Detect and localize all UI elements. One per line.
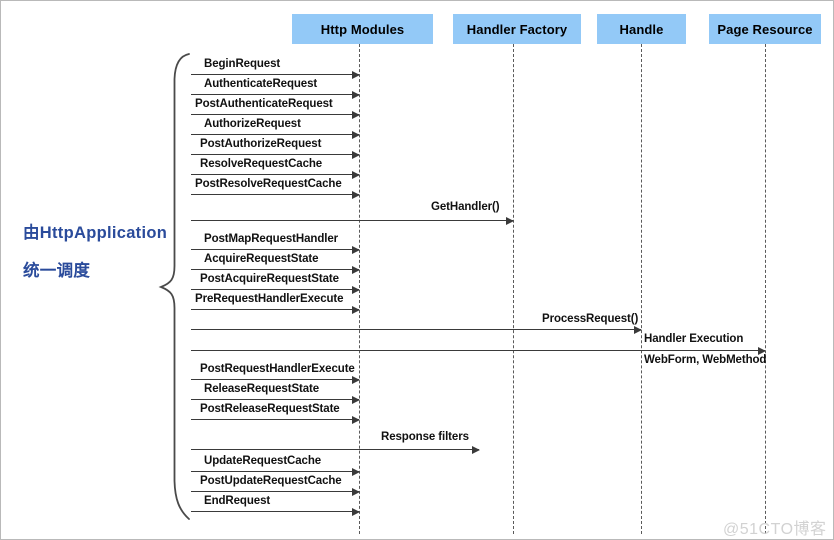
message-label: PostAuthenticateRequest [195,98,333,110]
message-label: ReleaseRequestState [204,383,320,395]
message-arrow [191,216,514,225]
message-label: Response filters [381,431,469,443]
message-label: BeginRequest [204,58,281,70]
message-label: PostReleaseRequestState [200,403,340,415]
message-arrow [191,170,360,179]
participant-box: Page Resource [709,14,821,44]
message-label: ProcessRequest() [542,313,639,325]
message-arrow [191,190,360,199]
lifeline [641,44,642,534]
message-label: Handler Execution [644,333,744,345]
participant-label: Http Modules [320,21,405,37]
message-label: PostAcquireRequestState [200,273,339,285]
annotation-line-2: 统一调度 [23,262,91,280]
message-label: EndRequest [204,495,271,507]
lifeline [513,44,514,534]
message-label: UpdateRequestCache [204,455,322,467]
participant-box: Http Modules [292,14,433,44]
participant-box: Handler Factory [453,14,581,44]
message-label: PostMapRequestHandler [204,233,339,245]
lifeline [765,44,766,534]
participant-box: Handle [597,14,686,44]
message-label: PostUpdateRequestCache [200,475,342,487]
message-label: PostResolveRequestCache [195,178,342,190]
annotation-label: WebForm, WebMethod [644,354,767,366]
message-arrow [191,90,360,99]
message-label: AuthenticateRequest [204,78,318,90]
message-label: GetHandler() [431,201,500,213]
watermark: @51CTO博客 [723,521,827,538]
annotation-line-1: 由HttpApplication [23,224,168,242]
message-arrow [191,150,360,159]
message-arrow [191,245,360,254]
message-arrow [191,70,360,79]
message-arrow [191,467,360,476]
message-label: PostRequestHandlerExecute [200,363,355,375]
message-arrow [191,305,360,314]
message-label: PostAuthorizeRequest [200,138,322,150]
participant-label: Handle [619,21,664,37]
participant-label: Page Resource [717,21,813,37]
message-arrow [191,110,360,119]
sequence-diagram-canvas: Http Modules Handler Factory Handle Page Re… [0,0,834,540]
message-arrow [191,445,480,454]
message-arrow [191,285,360,294]
message-arrow [191,507,360,516]
message-arrow [191,325,642,334]
message-arrow [191,375,360,384]
message-label: PreRequestHandlerExecute [195,293,344,305]
message-label: AuthorizeRequest [204,118,301,130]
message-arrow [191,346,766,355]
message-arrow [191,415,360,424]
message-arrow [191,265,360,274]
message-label: AcquireRequestState [204,253,319,265]
message-arrow [191,395,360,404]
message-arrow [191,487,360,496]
participant-label: Handler Factory [466,21,568,37]
message-label: ResolveRequestCache [200,158,323,170]
message-arrow [191,130,360,139]
